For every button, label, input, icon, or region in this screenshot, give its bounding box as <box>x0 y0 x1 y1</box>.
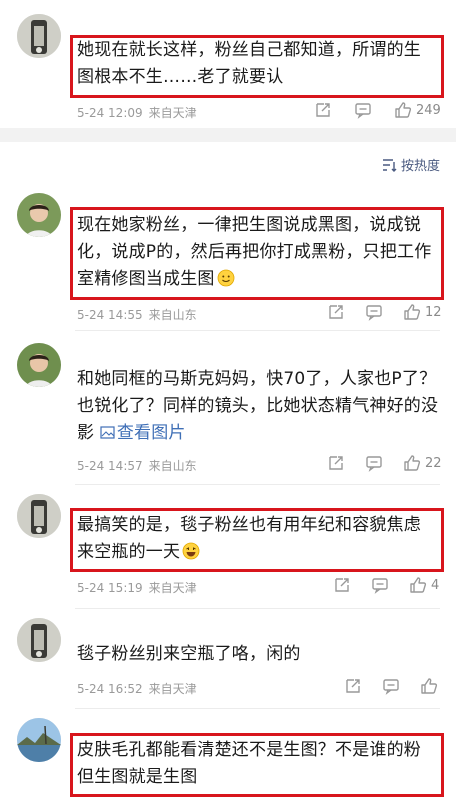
comment-date: 5-24 16:52 <box>77 682 143 696</box>
avatar[interactable] <box>17 343 61 387</box>
comment-location: 来自天津 <box>148 581 197 595</box>
share-icon[interactable] <box>344 677 362 695</box>
comment-meta: 5-24 14:57 来自山东 <box>77 457 203 474</box>
comment-text: 最搞笑的是，毯子粉丝也有用年纪和容貌焦虑来空瓶的一天 <box>77 512 432 566</box>
like-count: 249 <box>416 102 441 118</box>
avatar[interactable] <box>17 618 61 662</box>
comment-actions: 4 <box>333 576 439 594</box>
view-image-link[interactable]: 查看图片 <box>100 423 186 443</box>
comment-date: 5-24 12:09 <box>77 106 143 120</box>
share-icon[interactable] <box>314 101 332 119</box>
comment-date: 5-24 14:55 <box>77 308 143 322</box>
comment-text: 毯子粉丝别来空瓶了咯，闲的 <box>77 644 301 664</box>
avatar[interactable] <box>17 718 61 762</box>
comment-date: 5-24 15:19 <box>77 581 143 595</box>
comment-text-content: 最搞笑的是，毯子粉丝也有用年纪和容貌焦虑来空瓶的一天 <box>77 515 421 562</box>
comment-actions: 12 <box>327 303 442 321</box>
like-icon[interactable] <box>403 303 421 321</box>
like-count: 12 <box>425 304 442 320</box>
comment-icon[interactable] <box>371 576 389 594</box>
row-divider <box>75 330 440 331</box>
share-icon[interactable] <box>333 576 351 594</box>
comment-icon[interactable] <box>365 454 383 472</box>
row-divider <box>75 708 440 709</box>
avatar[interactable] <box>17 14 61 58</box>
comment-icon[interactable] <box>354 101 372 119</box>
like-count: 22 <box>425 455 442 471</box>
comment-text: 她现在就长这样，粉丝自己都知道，所谓的生图根本不生……老了就要认 <box>77 40 421 87</box>
share-icon[interactable] <box>327 454 345 472</box>
row-divider <box>75 608 440 609</box>
smile-emoji-icon <box>217 269 235 287</box>
comment-location: 来自天津 <box>148 106 197 120</box>
comment-location: 来自天津 <box>148 682 197 696</box>
like-icon[interactable] <box>420 677 438 695</box>
like-icon[interactable] <box>403 454 421 472</box>
avatar[interactable] <box>17 494 61 538</box>
comment-actions <box>344 677 438 695</box>
laugh-emoji-icon <box>182 542 200 560</box>
sort-by-hotness-button[interactable]: 按热度 <box>381 155 440 174</box>
sort-icon <box>382 158 397 172</box>
comment-text-content: 现在她家粉丝，一律把生图说成黑图，说成锐化，说成P的，然后再把你打成黑粉，只把工… <box>77 215 432 289</box>
like-icon[interactable] <box>409 576 427 594</box>
like-count: 4 <box>431 577 440 593</box>
comment-actions: 249 <box>314 101 441 119</box>
avatar[interactable] <box>17 193 61 237</box>
comment-meta: 5-24 16:52 来自天津 <box>77 680 203 697</box>
comment-text: 现在她家粉丝，一律把生图说成黑图，说成锐化，说成P的，然后再把你打成黑粉，只把工… <box>77 212 439 293</box>
view-image-label: 查看图片 <box>116 423 186 443</box>
row-divider <box>75 484 440 485</box>
comment-meta: 5-24 12:09 来自天津 <box>77 104 203 121</box>
comment-location: 来自山东 <box>148 459 197 473</box>
comment-icon[interactable] <box>365 303 383 321</box>
comment-icon[interactable] <box>382 677 400 695</box>
sort-label: 按热度 <box>400 159 440 174</box>
comment-text: 皮肤毛孔都能看清楚还不是生图？不是谁的粉但生图就是生图 <box>77 740 421 787</box>
comment-location: 来自山东 <box>148 308 197 322</box>
comment-actions: 22 <box>327 454 442 472</box>
comment-text: 和她同框的马斯克妈妈，快70了，人家也P了？也锐化了？同样的镜头，比她状态精气神… <box>77 366 439 447</box>
comment-date: 5-24 14:57 <box>77 459 143 473</box>
comment-meta: 5-24 15:19 来自天津 <box>77 579 203 596</box>
share-icon[interactable] <box>327 303 345 321</box>
section-divider <box>0 128 456 142</box>
comment-meta: 5-24 14:55 来自山东 <box>77 306 203 323</box>
image-icon <box>100 426 115 439</box>
like-icon[interactable] <box>394 101 412 119</box>
